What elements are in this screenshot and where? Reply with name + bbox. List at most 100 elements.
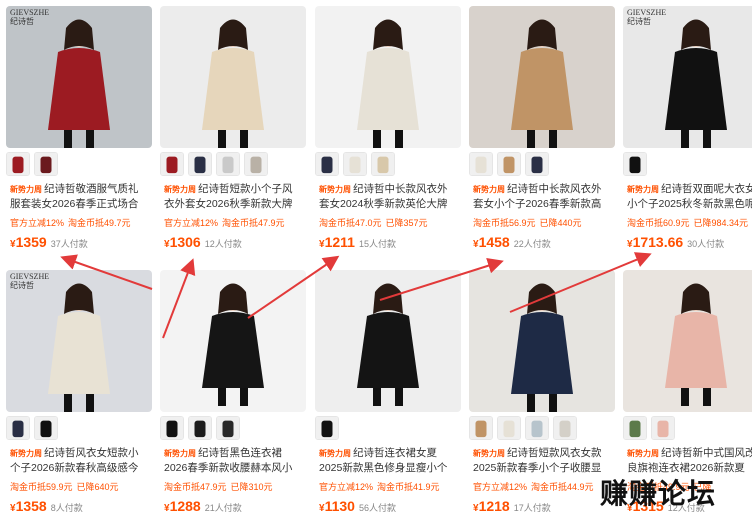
color-variant-thumbnail[interactable] xyxy=(6,416,30,440)
product-card[interactable]: 新势力周纪诗哲中长款风衣外套女小个子2026春季新款高级感英 淘金币抵56.9元… xyxy=(463,0,615,258)
product-image[interactable] xyxy=(469,270,615,412)
product-image[interactable] xyxy=(315,6,461,148)
color-variant-thumbnail[interactable] xyxy=(497,416,521,440)
product-image[interactable] xyxy=(160,270,306,412)
product-title[interactable]: 新势力周纪诗哲短款风衣女款2025新款春季小个子收腰显瘦 xyxy=(473,446,611,476)
product-title[interactable]: 新势力周纪诗哲短款小个子风衣外套女2026秋季新款大牌高端英伦风 xyxy=(164,182,302,212)
color-variant-thumbnail[interactable] xyxy=(34,416,58,440)
product-image[interactable] xyxy=(160,6,306,148)
price-line: ¥1211 15人付款 xyxy=(319,234,396,252)
promo-text: 淘金币抵47.9元 xyxy=(222,218,285,228)
sold-count: 17人付款 xyxy=(513,503,551,513)
variant-thumbnails xyxy=(6,416,58,442)
promo-tag: 新势力周 xyxy=(10,449,42,458)
product-card[interactable]: 新势力周纪诗哲短款风衣女款2025新款春季小个子收腰显瘦 官方立减12%淘金币抵… xyxy=(463,264,615,522)
product-image[interactable]: GIEVSZHE 纪诗哲 xyxy=(623,6,752,148)
sold-count: 30人付款 xyxy=(687,239,725,249)
promo-info: 官方立减12% 淘金币抵44.9元 xyxy=(473,480,598,493)
product-title[interactable]: 新势力周纪诗哲中长款风衣外套女小个子2026春季新款高级感英 xyxy=(473,182,611,212)
promo-tag: 新势力周 xyxy=(627,449,659,458)
sold-count: 12人付款 xyxy=(204,239,242,249)
product-card[interactable]: GIEVSZHE纪诗哲 新势力周纪诗哲敬酒服气质礼服套装女2026春季正式场合红… xyxy=(0,0,152,258)
color-variant-thumbnail[interactable] xyxy=(315,152,339,176)
color-variant-thumbnail[interactable] xyxy=(216,152,240,176)
variant-thumbnails xyxy=(315,416,339,442)
color-variant-thumbnail[interactable] xyxy=(34,152,58,176)
color-variant-thumbnail[interactable] xyxy=(188,416,212,440)
color-variant-thumbnail[interactable] xyxy=(371,152,395,176)
color-variant-thumbnail[interactable] xyxy=(469,152,493,176)
promo-tag: 新势力周 xyxy=(164,185,196,194)
color-variant-thumbnail[interactable] xyxy=(525,152,549,176)
price-line: ¥1130 56人付款 xyxy=(319,498,396,516)
price-line: ¥1458 22人付款 xyxy=(473,234,551,252)
sold-count: 56人付款 xyxy=(358,503,396,513)
promo-text: 官方立减12% xyxy=(10,218,65,228)
promo-text: 淘金币抵49.7元 xyxy=(68,218,131,228)
product-image[interactable] xyxy=(315,270,461,412)
product-title[interactable]: 新势力周纪诗哲黑色连衣裙2026春季新款收腰赫本风小个子气 xyxy=(164,446,302,476)
color-variant-thumbnail[interactable] xyxy=(160,152,184,176)
color-variant-thumbnail[interactable] xyxy=(343,152,367,176)
promo-text: 淘金币抵44.9元 xyxy=(531,482,594,492)
promo-info: 淘金币抵56.9元 已降440元 xyxy=(473,216,586,229)
color-variant-thumbnail[interactable] xyxy=(216,416,240,440)
color-variant-thumbnail[interactable] xyxy=(315,416,339,440)
product-card[interactable]: 新势力周纪诗哲中长款风衣外套女2024秋季新款英伦大牌高端 淘金币抵47.0元已… xyxy=(309,0,461,258)
price: 1713.66 xyxy=(632,234,684,250)
sold-count: 22人付款 xyxy=(513,239,551,249)
variant-thumbnails xyxy=(160,416,240,442)
color-variant-thumbnail[interactable] xyxy=(651,416,675,440)
promo-info: 官方立减12% 淘金币抵49.7元 xyxy=(10,216,135,229)
price-line: ¥1713.66 30人付款 xyxy=(627,234,724,252)
promo-text: 淘金币抵60.9元 xyxy=(627,218,690,228)
product-card[interactable]: GIEVSZHE纪诗哲 新势力周纪诗哲双面呢大衣女小个子2025秋冬新款黑色呢子… xyxy=(617,0,752,258)
color-variant-thumbnail[interactable] xyxy=(469,416,493,440)
product-title[interactable]: 新势力周纪诗哲连衣裙女夏2025新款黑色修身显瘦小个子法式气 xyxy=(319,446,457,476)
watermark-text: 赚赚论坛 xyxy=(600,477,717,510)
promo-text: 已降440元 xyxy=(539,218,582,228)
color-variant-thumbnail[interactable] xyxy=(623,416,647,440)
product-card[interactable]: 新势力周纪诗哲黑色连衣裙2026春季新款收腰赫本风小个子气 淘金币抵47.9元已… xyxy=(154,264,306,522)
promo-tag: 新势力周 xyxy=(627,185,659,194)
product-title[interactable]: 新势力周纪诗哲双面呢大衣女小个子2025秋冬新款黑色呢子 xyxy=(627,182,752,212)
variant-thumbnails xyxy=(315,152,395,178)
brand-logo: GIEVSZHE 纪诗哲 xyxy=(10,8,50,26)
promo-info: 淘金币抵47.0元 已降357元 xyxy=(319,216,432,229)
brand-logo: GIEVSZHE 纪诗哲 xyxy=(10,272,50,290)
price-line: ¥1358 8人付款 xyxy=(10,498,83,516)
color-variant-thumbnail[interactable] xyxy=(623,152,647,176)
price: 1211 xyxy=(324,234,355,250)
product-image[interactable] xyxy=(469,6,615,148)
product-card[interactable]: 新势力周纪诗哲短款小个子风衣外套女2026秋季新款大牌高端英伦风 官方立减12%… xyxy=(154,0,306,258)
price: 1358 xyxy=(15,498,47,514)
color-variant-thumbnail[interactable] xyxy=(6,152,30,176)
promo-tag: 新势力周 xyxy=(473,449,505,458)
promo-info: 官方立减12% 淘金币抵47.9元 xyxy=(164,216,289,229)
color-variant-thumbnail[interactable] xyxy=(244,152,268,176)
product-title[interactable]: 新势力周纪诗哲风衣女短款小个子2026新款春秋高级感今年流行 xyxy=(10,446,148,476)
promo-info: 淘金币抵59.9元 已降640元 xyxy=(10,480,123,493)
color-variant-thumbnail[interactable] xyxy=(160,416,184,440)
promo-text: 淘金币抵41.9元 xyxy=(377,482,440,492)
color-variant-thumbnail[interactable] xyxy=(497,152,521,176)
product-title[interactable]: 新势力周纪诗哲中长款风衣外套女2024秋季新款英伦大牌高端 xyxy=(319,182,457,212)
variant-thumbnails xyxy=(6,152,58,178)
promo-text: 已降640元 xyxy=(76,482,119,492)
sold-count: 37人付款 xyxy=(50,239,88,249)
promo-tag: 新势力周 xyxy=(319,449,351,458)
product-image[interactable] xyxy=(623,270,752,412)
product-title[interactable]: 新势力周纪诗哲敬酒服气质礼服套装女2026春季正式场合红色西服 xyxy=(10,182,148,212)
product-card[interactable]: 新势力周纪诗哲连衣裙女夏2025新款黑色修身显瘦小个子法式气 官方立减12%淘金… xyxy=(309,264,461,522)
price-line: ¥1288 21人付款 xyxy=(164,498,242,516)
color-variant-thumbnail[interactable] xyxy=(188,152,212,176)
product-image[interactable]: GIEVSZHE 纪诗哲 xyxy=(6,270,152,412)
promo-info: 官方立减12% 淘金币抵41.9元 xyxy=(319,480,444,493)
price: 1130 xyxy=(324,498,355,514)
color-variant-thumbnail[interactable] xyxy=(525,416,549,440)
price: 1306 xyxy=(169,234,201,250)
sold-count: 8人付款 xyxy=(50,503,83,513)
product-card[interactable]: GIEVSZHE纪诗哲 新势力周纪诗哲风衣女短款小个子2026新款春秋高级感今年… xyxy=(0,264,152,522)
product-image[interactable]: GIEVSZHE 纪诗哲 xyxy=(6,6,152,148)
color-variant-thumbnail[interactable] xyxy=(553,416,577,440)
